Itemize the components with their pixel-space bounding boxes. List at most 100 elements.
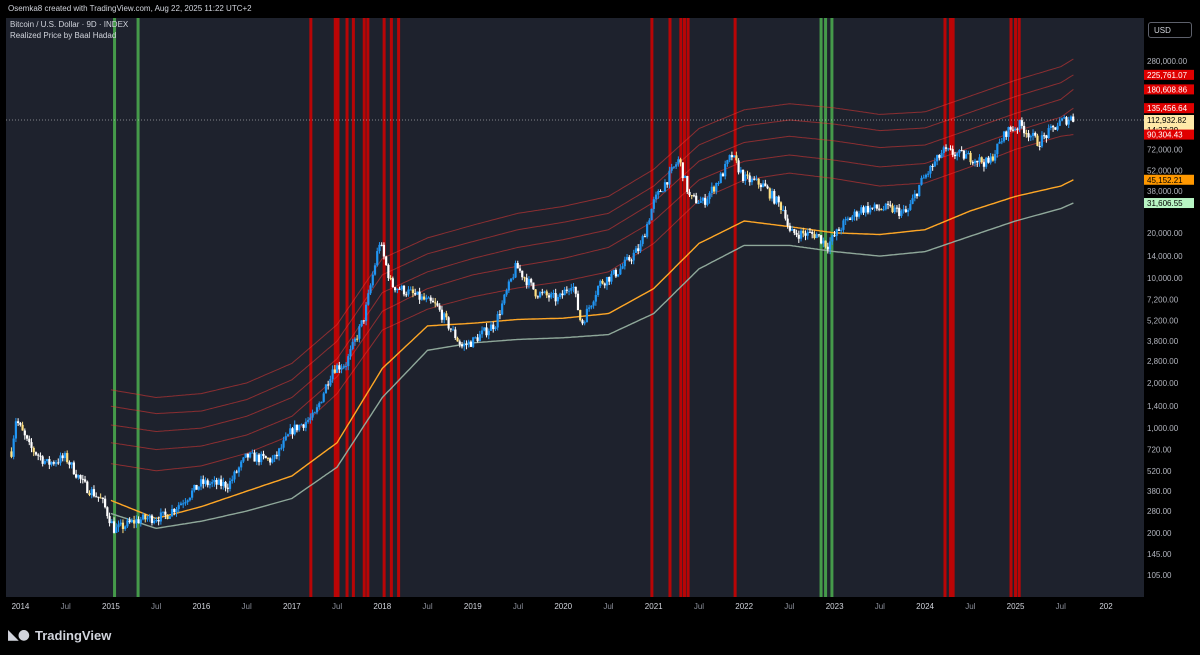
candle-body — [806, 231, 809, 236]
red-zone-marker — [948, 18, 952, 597]
price-label-text: 45,152.21 — [1147, 176, 1183, 185]
candle-body — [750, 178, 754, 183]
candle-body — [79, 475, 82, 479]
candle-body — [554, 293, 557, 302]
candle-body — [572, 286, 575, 289]
indicator-title[interactable]: Realized Price by Baal Hadad — [10, 30, 128, 41]
candle-body — [521, 270, 524, 278]
time-axis[interactable]: 2014 Jul 2015 Jul 2016 Jul 2017 Jul 2018 Jul 2019 J… — [6, 597, 1144, 615]
candle-body — [39, 455, 42, 457]
candle-body — [953, 154, 957, 157]
candle-body — [933, 161, 936, 167]
candle-body — [599, 280, 602, 286]
candle-body — [1049, 126, 1052, 129]
candle-body — [610, 273, 613, 282]
candle-body — [1022, 125, 1026, 134]
chart-window: Osemka8 created with TradingView.com, Au… — [0, 0, 1200, 655]
candle-body — [231, 479, 234, 481]
candle-body — [588, 307, 591, 309]
symbol-title[interactable]: Bitcoin / U.S. Dollar · 9D · INDEX — [10, 19, 128, 30]
candle-body — [768, 188, 771, 199]
price-tick-label: 520.00 — [1147, 467, 1172, 476]
candle-body — [447, 317, 450, 329]
candle-body — [302, 424, 305, 428]
candle-body — [873, 204, 876, 208]
candle-body — [782, 209, 785, 211]
candle-body — [106, 507, 109, 517]
candle-body — [110, 521, 113, 524]
candle-body — [244, 453, 247, 458]
candle-body — [958, 150, 961, 154]
candle-body — [514, 263, 517, 278]
candle-body — [650, 208, 653, 221]
price-axis-scale: 105.00 145.00 200.00 280.00 380.00 520.00 720.… — [1144, 57, 1194, 580]
candle-body — [784, 209, 787, 219]
tradingview-logo[interactable]: ◣● TradingView — [8, 626, 111, 644]
candle-body — [373, 265, 377, 275]
candle-body — [527, 279, 531, 286]
candle-body — [643, 236, 647, 238]
price-label-text: 112,932.82 — [1147, 116, 1187, 125]
price-chart[interactable] — [6, 18, 1144, 597]
candle-body — [54, 462, 58, 464]
time-tick-label: Jul — [965, 602, 975, 611]
candle-body — [311, 412, 314, 418]
candle-body — [802, 230, 805, 234]
candle-body — [501, 303, 504, 315]
candle-body — [282, 440, 285, 448]
candle-body — [911, 198, 914, 204]
time-tick-label: 2017 — [283, 602, 301, 611]
candle-body — [708, 193, 711, 200]
candle-body — [746, 174, 749, 176]
currency-button[interactable]: USD — [1148, 22, 1192, 38]
candle-body — [335, 365, 339, 373]
candle-body — [770, 191, 774, 199]
chart-legend[interactable]: Bitcoin / U.S. Dollar · 9D · INDEX Reali… — [10, 19, 128, 41]
candle-body — [576, 293, 580, 311]
candle-body — [927, 173, 930, 175]
candle-body — [817, 234, 820, 236]
price-tick-label: 7,200.00 — [1147, 295, 1179, 304]
candle-body — [759, 184, 762, 188]
red-zone-marker — [309, 18, 313, 597]
price-tick-label: 5,200.00 — [1147, 317, 1179, 326]
price-axis[interactable]: 105.00 145.00 200.00 280.00 380.00 520.00 720.… — [1144, 18, 1196, 597]
candle-body — [552, 293, 555, 295]
candle-body — [1016, 128, 1019, 130]
tradingview-logo-icon: ◣● — [8, 627, 30, 643]
candle-body — [443, 313, 446, 320]
candle-body — [358, 326, 361, 339]
time-tick-label: Jul — [603, 602, 613, 611]
candle-body — [1007, 127, 1010, 137]
candle-body — [625, 257, 629, 260]
red-zone-marker — [650, 18, 654, 597]
candle-body — [14, 421, 17, 439]
candle-body — [978, 157, 981, 163]
candle-body — [583, 322, 586, 324]
chart-pane[interactable] — [6, 18, 1144, 597]
candle-body — [786, 218, 789, 226]
candle-body — [494, 327, 497, 330]
price-tick-label: 200.00 — [1147, 529, 1172, 538]
candle-body — [32, 447, 35, 453]
candle-body — [380, 244, 383, 246]
candle-body — [95, 496, 98, 498]
candle-body — [704, 197, 707, 205]
candle-body — [764, 183, 767, 187]
candle-body — [389, 278, 392, 280]
candle-body — [956, 153, 959, 157]
candle-body — [304, 421, 307, 428]
candle-body — [969, 152, 972, 163]
candle-body — [505, 290, 508, 295]
candle-body — [367, 293, 370, 305]
candle-body — [797, 234, 800, 239]
candle-body — [318, 403, 321, 408]
candle-body — [333, 369, 336, 373]
candle-body — [30, 442, 33, 448]
time-tick-label: 202 — [1099, 602, 1113, 611]
candle-body — [17, 421, 20, 424]
candle-body — [1031, 132, 1035, 137]
candle-body — [228, 480, 232, 489]
price-label-text: 225,761.07 — [1147, 71, 1188, 80]
candle-body — [663, 182, 667, 192]
